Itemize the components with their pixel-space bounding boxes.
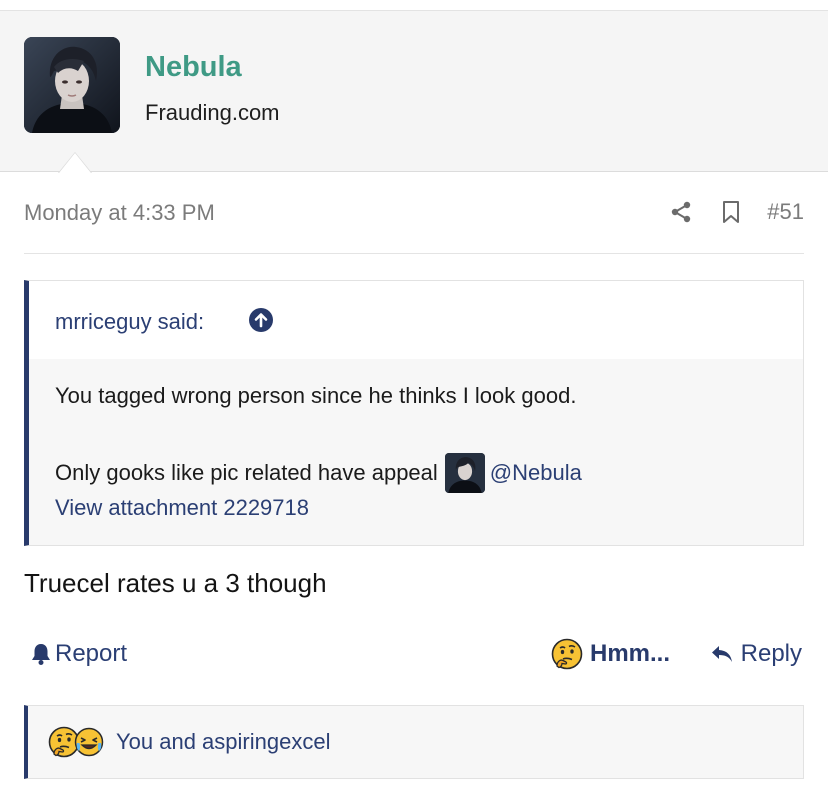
- reactions-summary-bar[interactable]: You and aspiringexcel: [24, 705, 804, 779]
- quote-author-link[interactable]: mrriceguy said:: [55, 309, 204, 335]
- quote-header: mrriceguy said:: [29, 281, 803, 359]
- user-mention-link[interactable]: @Nebula: [490, 458, 582, 488]
- post-meta-actions: #51: [667, 198, 804, 226]
- post-meta-row: Monday at 4:33 PM #51: [24, 188, 804, 254]
- attachment-link[interactable]: View attachment 2229718: [55, 493, 309, 523]
- reply-arrow-icon: [711, 646, 732, 662]
- crying-laughing-face-icon: [74, 727, 104, 757]
- reaction-label: Hmm...: [589, 640, 670, 667]
- thinking-face-icon: [551, 638, 583, 670]
- post-body-text: Truecel rates u a 3 though: [24, 568, 327, 598]
- reply-button[interactable]: Reply: [710, 640, 802, 668]
- bell-icon: [32, 644, 50, 665]
- post-user-header: Nebula Frauding.com: [0, 10, 828, 173]
- quote-text-line-with-mention: Only gooks like pic related have appeal …: [55, 453, 582, 493]
- user-avatar-image: [24, 37, 120, 133]
- post-number-link[interactable]: #51: [767, 199, 804, 225]
- report-button[interactable]: Report: [30, 640, 127, 668]
- user-avatar[interactable]: [24, 37, 120, 133]
- mention-avatar-image: [444, 453, 485, 493]
- post-action-bar: Report Hmm... Reply: [24, 636, 804, 676]
- reaction-icons: [48, 726, 104, 758]
- quote-text: Only gooks like pic related have appeal: [55, 460, 438, 485]
- bookmark-icon[interactable]: [717, 198, 745, 226]
- reactions-summary-link[interactable]: You and aspiringexcel: [116, 729, 330, 755]
- quote-text-line: You tagged wrong person since he thinks …: [55, 383, 577, 408]
- reply-label: Reply: [740, 640, 802, 667]
- share-icon[interactable]: [667, 198, 695, 226]
- quote-block: mrriceguy said: You tagged wrong person …: [24, 280, 804, 546]
- reaction-button[interactable]: Hmm...: [551, 638, 670, 670]
- report-label: Report: [55, 640, 128, 667]
- forum-post: Nebula Frauding.com Monday at 4:33 PM #5…: [0, 0, 828, 791]
- post-date[interactable]: Monday at 4:33 PM: [24, 200, 215, 226]
- mention-avatar[interactable]: [444, 453, 485, 493]
- username-link[interactable]: Nebula: [145, 51, 242, 84]
- user-title: Frauding.com: [145, 100, 280, 125]
- arrow-up-circle-icon[interactable]: [248, 307, 274, 333]
